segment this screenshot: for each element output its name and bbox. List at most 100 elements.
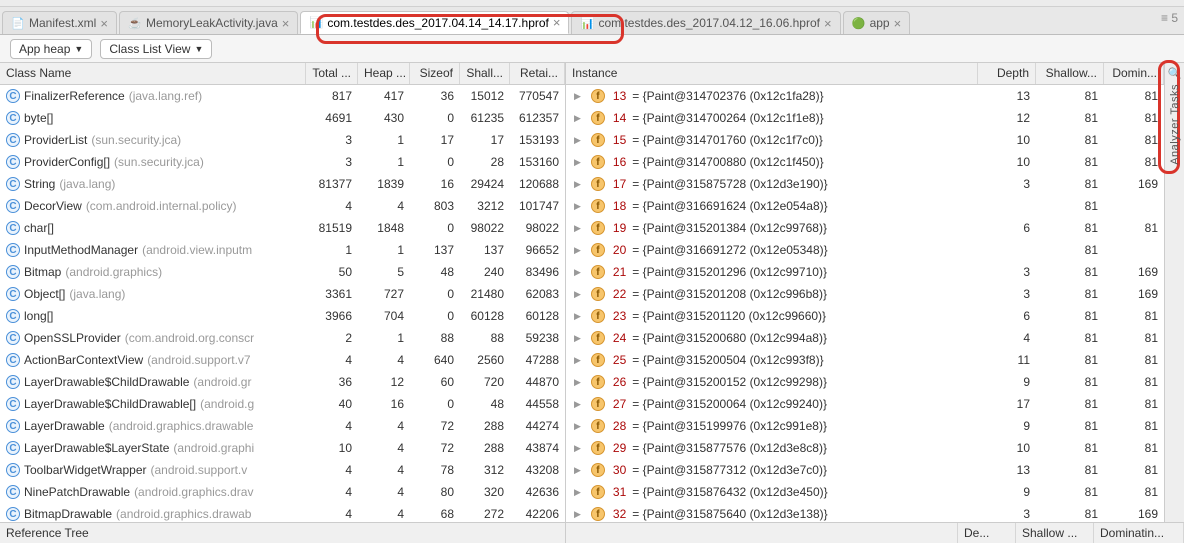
instance-row[interactable]: ▶f18 = {Paint@316691624 (0x12e054a8)} 81	[566, 195, 1164, 217]
dom-value: 81	[1104, 155, 1164, 169]
class-row[interactable]: CProviderList (sun.security.jca) 3 1 17 …	[0, 129, 565, 151]
editor-tab[interactable]: 📊com.testdes.des_2017.04.14_14.17.hprof×	[300, 11, 569, 34]
expand-icon[interactable]: ▶	[574, 289, 581, 300]
heap-mode-dropdown[interactable]: App heap ▼	[10, 39, 92, 59]
expand-icon[interactable]: ▶	[574, 377, 581, 388]
total-value: 3966	[306, 309, 358, 323]
instance-row[interactable]: ▶f19 = {Paint@315201384 (0x12c99768)} 6 …	[566, 217, 1164, 239]
instance-row[interactable]: ▶f27 = {Paint@315200064 (0x12c99240)} 17…	[566, 393, 1164, 415]
class-row[interactable]: CDecorView (com.android.internal.policy)…	[0, 195, 565, 217]
class-row[interactable]: CLayerDrawable$LayerState (android.graph…	[0, 437, 565, 459]
expand-icon[interactable]: ▶	[574, 355, 581, 366]
editor-tab[interactable]: ☕MemoryLeakActivity.java×	[119, 11, 298, 34]
class-row[interactable]: CNinePatchDrawable (android.graphics.dra…	[0, 481, 565, 503]
list-mode-dropdown[interactable]: Class List View ▼	[100, 39, 212, 59]
instance-row[interactable]: ▶f17 = {Paint@315875728 (0x12d3e190)} 3 …	[566, 173, 1164, 195]
tab-close[interactable]: ×	[100, 16, 108, 31]
class-icon: C	[6, 419, 20, 433]
class-row[interactable]: CFinalizerReference (java.lang.ref) 817 …	[0, 85, 565, 107]
package-name: (android.gr	[193, 375, 251, 389]
class-row[interactable]: Cbyte[] 4691 430 0 61235 612357	[0, 107, 565, 129]
class-row[interactable]: CString (java.lang) 81377 1839 16 29424 …	[0, 173, 565, 195]
class-list-header[interactable]: Class Name Total ... Heap ... Sizeof Sha…	[0, 63, 565, 85]
expand-icon[interactable]: ▶	[574, 421, 581, 432]
instance-row[interactable]: ▶f16 = {Paint@314700880 (0x12c1f450)} 10…	[566, 151, 1164, 173]
expand-icon[interactable]: ▶	[574, 157, 581, 168]
instance-index: 25	[613, 353, 626, 367]
instance-row[interactable]: ▶f13 = {Paint@314702376 (0x12c1fa28)} 13…	[566, 85, 1164, 107]
tab-close[interactable]: ×	[553, 15, 561, 30]
dom-value: 169	[1104, 265, 1164, 279]
retained-value: 47288	[510, 353, 565, 367]
class-row[interactable]: Clong[] 3966 704 0 60128 60128	[0, 305, 565, 327]
expand-icon[interactable]: ▶	[574, 333, 581, 344]
field-icon: f	[591, 375, 605, 389]
instance-row[interactable]: ▶f26 = {Paint@315200152 (0x12c99298)} 9 …	[566, 371, 1164, 393]
expand-icon[interactable]: ▶	[574, 399, 581, 410]
class-row[interactable]: CBitmapDrawable (android.graphics.drawab…	[0, 503, 565, 522]
instance-row[interactable]: ▶f21 = {Paint@315201296 (0x12c99710)} 3 …	[566, 261, 1164, 283]
editor-tab[interactable]: 📄Manifest.xml×	[2, 11, 117, 34]
instance-row[interactable]: ▶f14 = {Paint@314700264 (0x12c1f1e8)} 12…	[566, 107, 1164, 129]
editor-tab[interactable]: 🟢app×	[843, 11, 911, 34]
expand-icon[interactable]: ▶	[574, 223, 581, 234]
instance-row[interactable]: ▶f28 = {Paint@315199976 (0x12c991e8)} 9 …	[566, 415, 1164, 437]
expand-icon[interactable]: ▶	[574, 135, 581, 146]
instance-index: 28	[613, 419, 626, 433]
instance-row[interactable]: ▶f23 = {Paint@315201120 (0x12c99660)} 6 …	[566, 305, 1164, 327]
expand-icon[interactable]: ▶	[574, 91, 581, 102]
class-row[interactable]: CLayerDrawable$ChildDrawable (android.gr…	[0, 371, 565, 393]
instance-row[interactable]: ▶f20 = {Paint@316691272 (0x12e05348)} 81	[566, 239, 1164, 261]
expand-icon[interactable]: ▶	[574, 267, 581, 278]
expand-icon[interactable]: ▶	[574, 113, 581, 124]
class-row[interactable]: CLayerDrawable$ChildDrawable[] (android.…	[0, 393, 565, 415]
class-row[interactable]: COpenSSLProvider (com.android.org.conscr…	[0, 327, 565, 349]
class-row[interactable]: CActionBarContextView (android.support.v…	[0, 349, 565, 371]
retained-value: 44274	[510, 419, 565, 433]
field-icon: f	[591, 507, 605, 521]
expand-icon[interactable]: ▶	[574, 487, 581, 498]
instance-row[interactable]: ▶f25 = {Paint@315200504 (0x12c993f8)} 11…	[566, 349, 1164, 371]
class-row[interactable]: CObject[] (java.lang) 3361 727 0 21480 6…	[0, 283, 565, 305]
reference-tree-cols[interactable]: De... Shallow ... Dominatin...	[566, 523, 1184, 543]
reference-tree-header[interactable]: Reference Tree	[0, 523, 566, 543]
sizeof-value: 48	[410, 265, 460, 279]
shallow-value: 320	[460, 485, 510, 499]
expand-icon[interactable]: ▶	[574, 465, 581, 476]
expand-icon[interactable]: ▶	[574, 245, 581, 256]
editor-tab[interactable]: 📊com.testdes.des_2017.04.12_16.06.hprof×	[571, 11, 840, 34]
heap-value: 5	[358, 265, 410, 279]
class-row[interactable]: CInputMethodManager (android.view.inputm…	[0, 239, 565, 261]
expand-icon[interactable]: ▶	[574, 201, 581, 212]
class-row[interactable]: Cchar[] 81519 1848 0 98022 98022	[0, 217, 565, 239]
expand-icon[interactable]: ▶	[574, 311, 581, 322]
heap-value: 4	[358, 441, 410, 455]
instance-row[interactable]: ▶f15 = {Paint@314701760 (0x12c1f7c0)} 10…	[566, 129, 1164, 151]
instance-row[interactable]: ▶f31 = {Paint@315876432 (0x12d3e450)} 9 …	[566, 481, 1164, 503]
sizeof-value: 0	[410, 221, 460, 235]
expand-icon[interactable]: ▶	[574, 509, 581, 520]
expand-icon[interactable]: ▶	[574, 179, 581, 190]
tab-close[interactable]: ×	[824, 16, 832, 31]
class-row[interactable]: CToolbarWidgetWrapper (android.support.v…	[0, 459, 565, 481]
class-name: ProviderConfig[]	[24, 155, 110, 169]
tab-overflow[interactable]: ≡ 5	[1161, 11, 1178, 25]
class-row[interactable]: CLayerDrawable (android.graphics.drawabl…	[0, 415, 565, 437]
dom-value: 81	[1104, 221, 1164, 235]
instance-header[interactable]: Instance Depth Shallow... Domin...	[566, 63, 1164, 85]
instance-row[interactable]: ▶f30 = {Paint@315877312 (0x12d3e7c0)} 13…	[566, 459, 1164, 481]
class-row[interactable]: CBitmap (android.graphics) 50 5 48 240 8…	[0, 261, 565, 283]
analyzer-tasks-tab[interactable]: 🔍 Analyzer Tasks	[1164, 63, 1184, 522]
package-name: (java.lang)	[69, 287, 125, 301]
shallow-value: 81	[1036, 155, 1104, 169]
field-icon: f	[591, 441, 605, 455]
instance-row[interactable]: ▶f32 = {Paint@315875640 (0x12d3e138)} 3 …	[566, 503, 1164, 522]
instance-row[interactable]: ▶f24 = {Paint@315200680 (0x12c994a8)} 4 …	[566, 327, 1164, 349]
tab-close[interactable]: ×	[282, 16, 290, 31]
total-value: 81519	[306, 221, 358, 235]
class-row[interactable]: CProviderConfig[] (sun.security.jca) 3 1…	[0, 151, 565, 173]
expand-icon[interactable]: ▶	[574, 443, 581, 454]
instance-row[interactable]: ▶f29 = {Paint@315877576 (0x12d3e8c8)} 10…	[566, 437, 1164, 459]
tab-close[interactable]: ×	[894, 16, 902, 31]
instance-row[interactable]: ▶f22 = {Paint@315201208 (0x12c996b8)} 3 …	[566, 283, 1164, 305]
